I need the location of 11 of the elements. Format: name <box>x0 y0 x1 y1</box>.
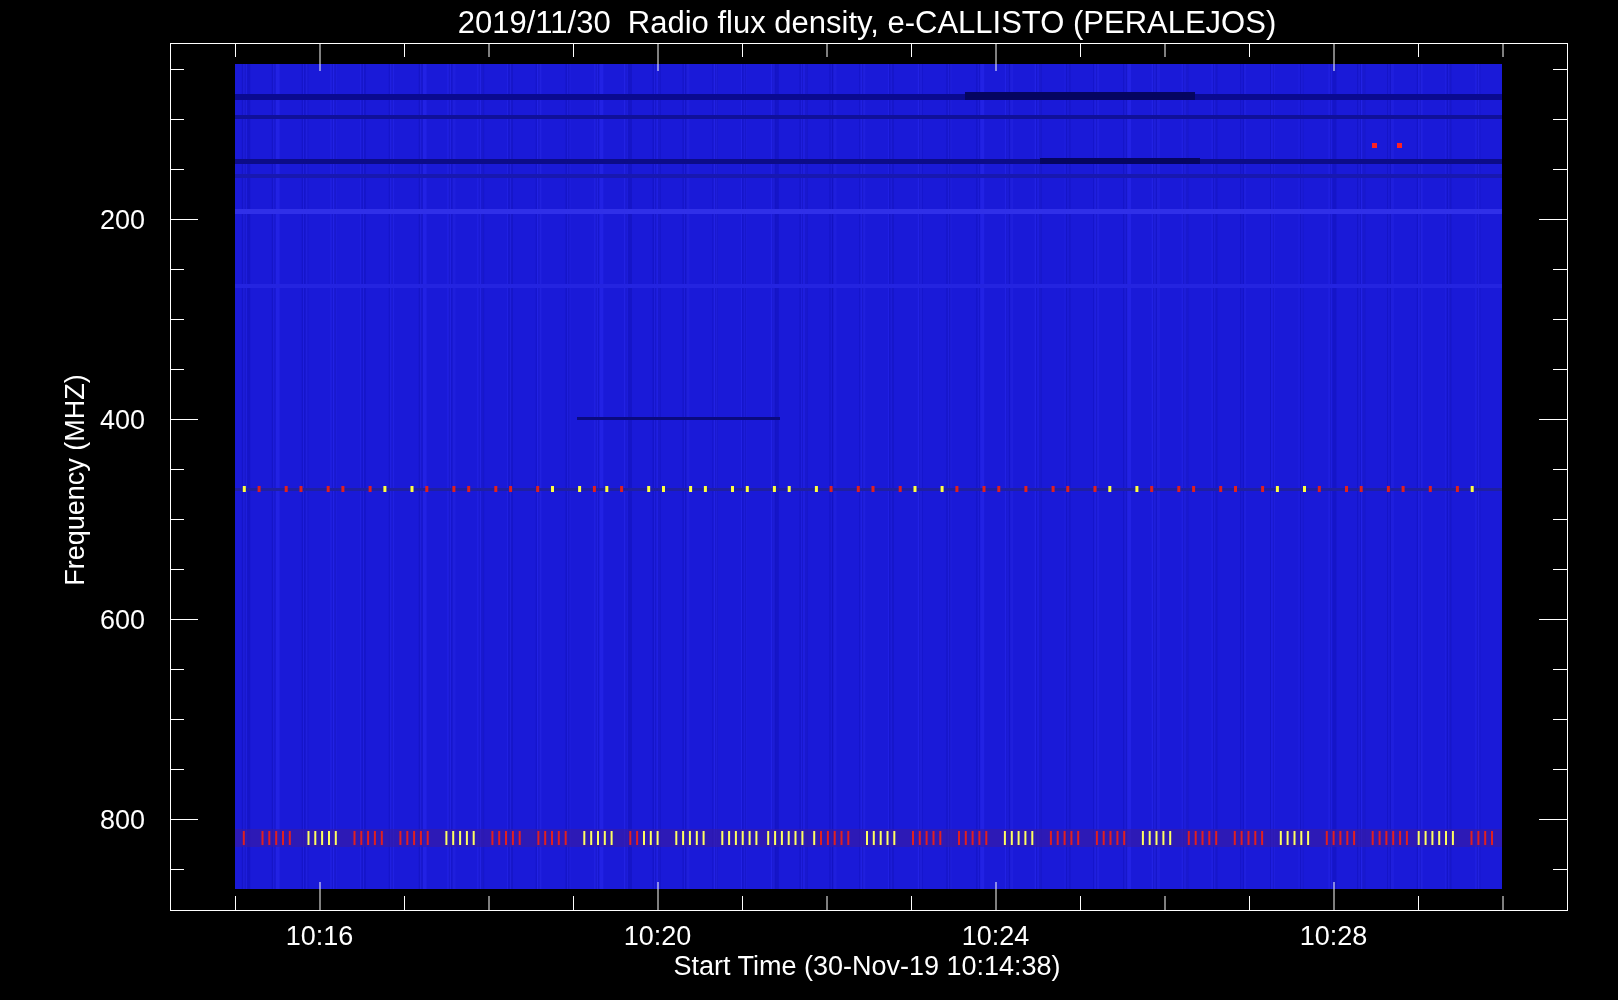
x-axis-label: Start Time (30-Nov-19 10:14:38) <box>673 951 1061 981</box>
x-tick-label: 10:28 <box>1299 921 1368 951</box>
y-tick-label: 800 <box>99 805 145 835</box>
x-tick-label: 10:20 <box>623 921 692 951</box>
y-tick-label: 200 <box>99 205 145 235</box>
x-tick-label: 10:16 <box>285 921 354 951</box>
x-tick-label: 10:24 <box>961 921 1030 951</box>
chart-title: 2019/11/30 Radio flux density, e-CALLISTO (PERALEJOS) <box>457 5 1277 40</box>
y-tick-label: 600 <box>99 605 145 635</box>
y-tick-label: 400 <box>99 405 145 435</box>
y-axis-label: Frequency (MHZ) <box>60 374 90 586</box>
